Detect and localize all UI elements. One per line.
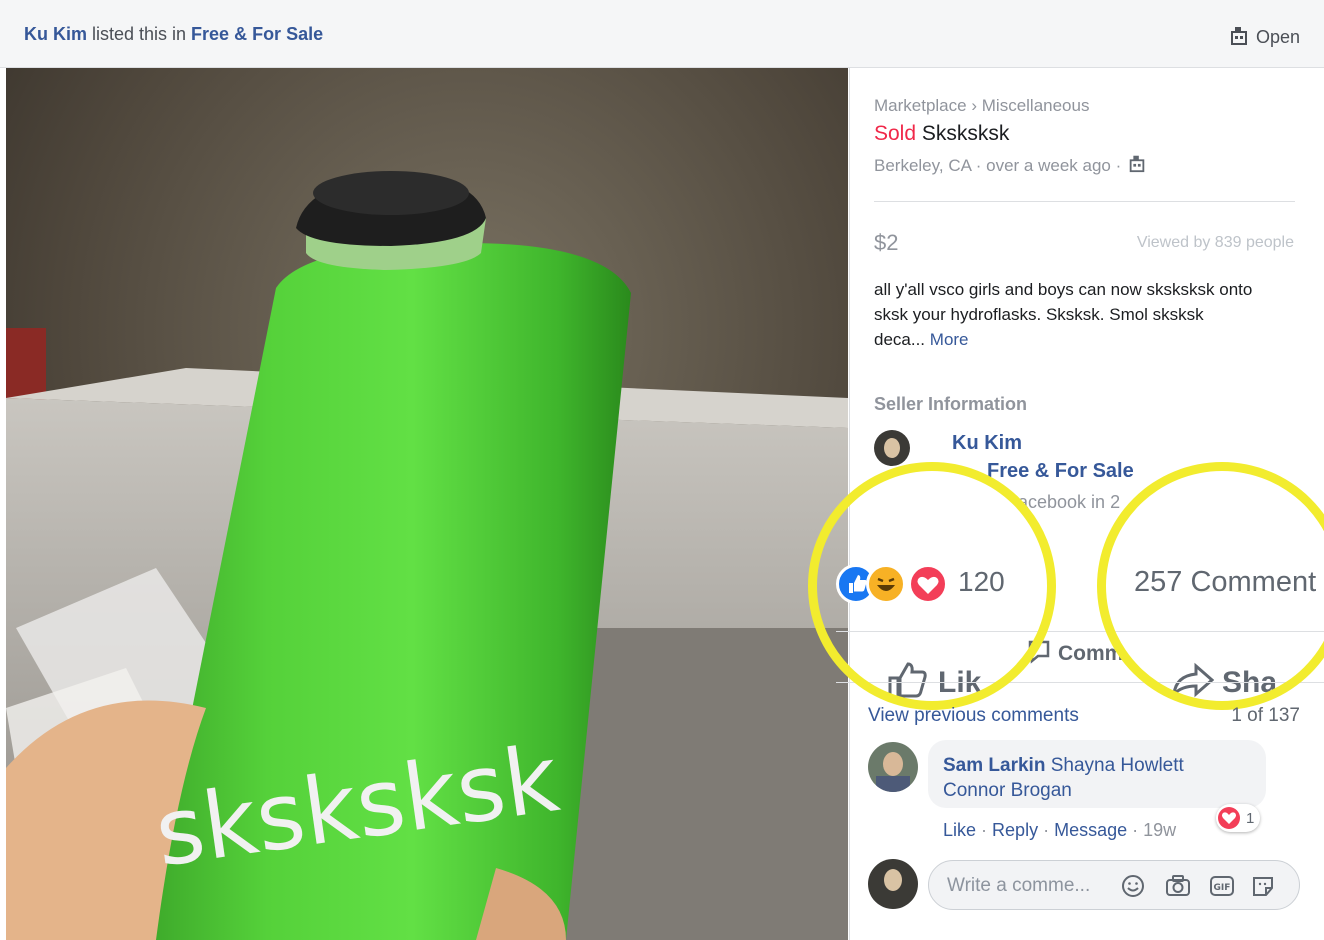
comments-highlight-circle	[1097, 462, 1324, 710]
comment-reaction-count: 1	[1246, 809, 1255, 827]
breadcrumb-category[interactable]: Miscellaneous	[982, 96, 1090, 115]
listed-text: listed this in	[87, 24, 192, 44]
seller-avatar[interactable]	[874, 430, 910, 466]
comment-author[interactable]: Sam Larkin	[943, 755, 1045, 776]
comment-input-placeholder: Write a comme...	[947, 875, 1091, 896]
reactions-highlight-circle	[808, 462, 1056, 710]
seller-info-heading: Seller Information	[874, 394, 1028, 414]
listing-location-time: Berkeley, CA · over a week ago ·	[874, 155, 1122, 175]
gif-icon[interactable]: GIF	[1209, 874, 1235, 898]
commenter-avatar[interactable]	[868, 742, 918, 792]
comment-like-link[interactable]: Like	[943, 820, 976, 840]
comment-reply-link[interactable]: Reply	[992, 820, 1038, 840]
description-truncated: deca...	[874, 330, 926, 349]
seller-joined: acebook in 2	[1018, 492, 1121, 512]
building-icon	[1127, 153, 1147, 178]
description-line-3: deca... More	[874, 330, 969, 350]
comment-tag[interactable]: Shayna Howlett	[1045, 755, 1184, 776]
sticker-icon[interactable]	[1251, 874, 1277, 898]
open-label: Open	[1255, 27, 1300, 47]
svg-text:GIF: GIF	[1214, 883, 1231, 893]
listing-photo[interactable]: sksksksk	[6, 68, 848, 940]
divider	[874, 201, 1295, 202]
listing-name: Sksksksk	[921, 122, 1010, 145]
building-icon	[1228, 24, 1250, 51]
listing-header-bar: Ku Kim listed this in Free & For Sale Op…	[0, 0, 1324, 68]
description-line-2: sksk your hydroflasks. Sksksk. Smol sksk…	[874, 305, 1204, 324]
listing-meta: Berkeley, CA · over a week ago ·	[874, 153, 1147, 178]
comment-message-link[interactable]: Message	[1054, 820, 1127, 840]
listing-photo-image: sksksksk	[6, 68, 848, 940]
comment-reaction-badge[interactable]: 1	[1216, 804, 1260, 832]
listing-title: Sold Sksksksk	[874, 122, 1009, 146]
emoji-icon[interactable]	[1121, 874, 1145, 898]
listing-details-panel: Marketplace › Miscellaneous Sold Sksksks…	[808, 68, 1324, 940]
comment-text-line-1: Sam Larkin Shayna Howlett	[943, 755, 1184, 777]
listing-attribution: Ku Kim listed this in Free & For Sale	[24, 24, 323, 45]
breadcrumb: Marketplace › Miscellaneous	[874, 96, 1089, 116]
view-previous-comments[interactable]: View previous comments	[868, 705, 1079, 727]
listing-price: $2	[874, 230, 899, 255]
comment-actions: Like · Reply · Message · 19w	[943, 820, 1177, 840]
seller-group[interactable]: Free & For Sale	[987, 460, 1134, 483]
view-count: Viewed by 839 people	[1136, 234, 1294, 251]
description-line-1: all y'all vsco girls and boys can now sk…	[874, 280, 1253, 299]
camera-icon[interactable]	[1165, 874, 1191, 898]
open-button[interactable]: Open	[1228, 24, 1300, 51]
breadcrumb-separator: ›	[971, 96, 978, 115]
comment-time: 19w	[1143, 820, 1177, 840]
comments-counter: 1 of 137	[1231, 705, 1300, 726]
more-link[interactable]: More	[930, 330, 969, 349]
comment-input[interactable]: Write a comme... GIF	[928, 860, 1300, 910]
my-avatar[interactable]	[868, 859, 918, 909]
breadcrumb-marketplace[interactable]: Marketplace	[874, 96, 967, 115]
comment-text-line-2[interactable]: Connor Brogan	[943, 780, 1072, 802]
sold-status: Sold	[874, 122, 917, 145]
love-icon	[1218, 807, 1240, 829]
seller-name[interactable]: Ku Kim	[952, 432, 1022, 455]
seller-link[interactable]: Ku Kim	[24, 24, 87, 44]
group-link[interactable]: Free & For Sale	[191, 24, 323, 44]
